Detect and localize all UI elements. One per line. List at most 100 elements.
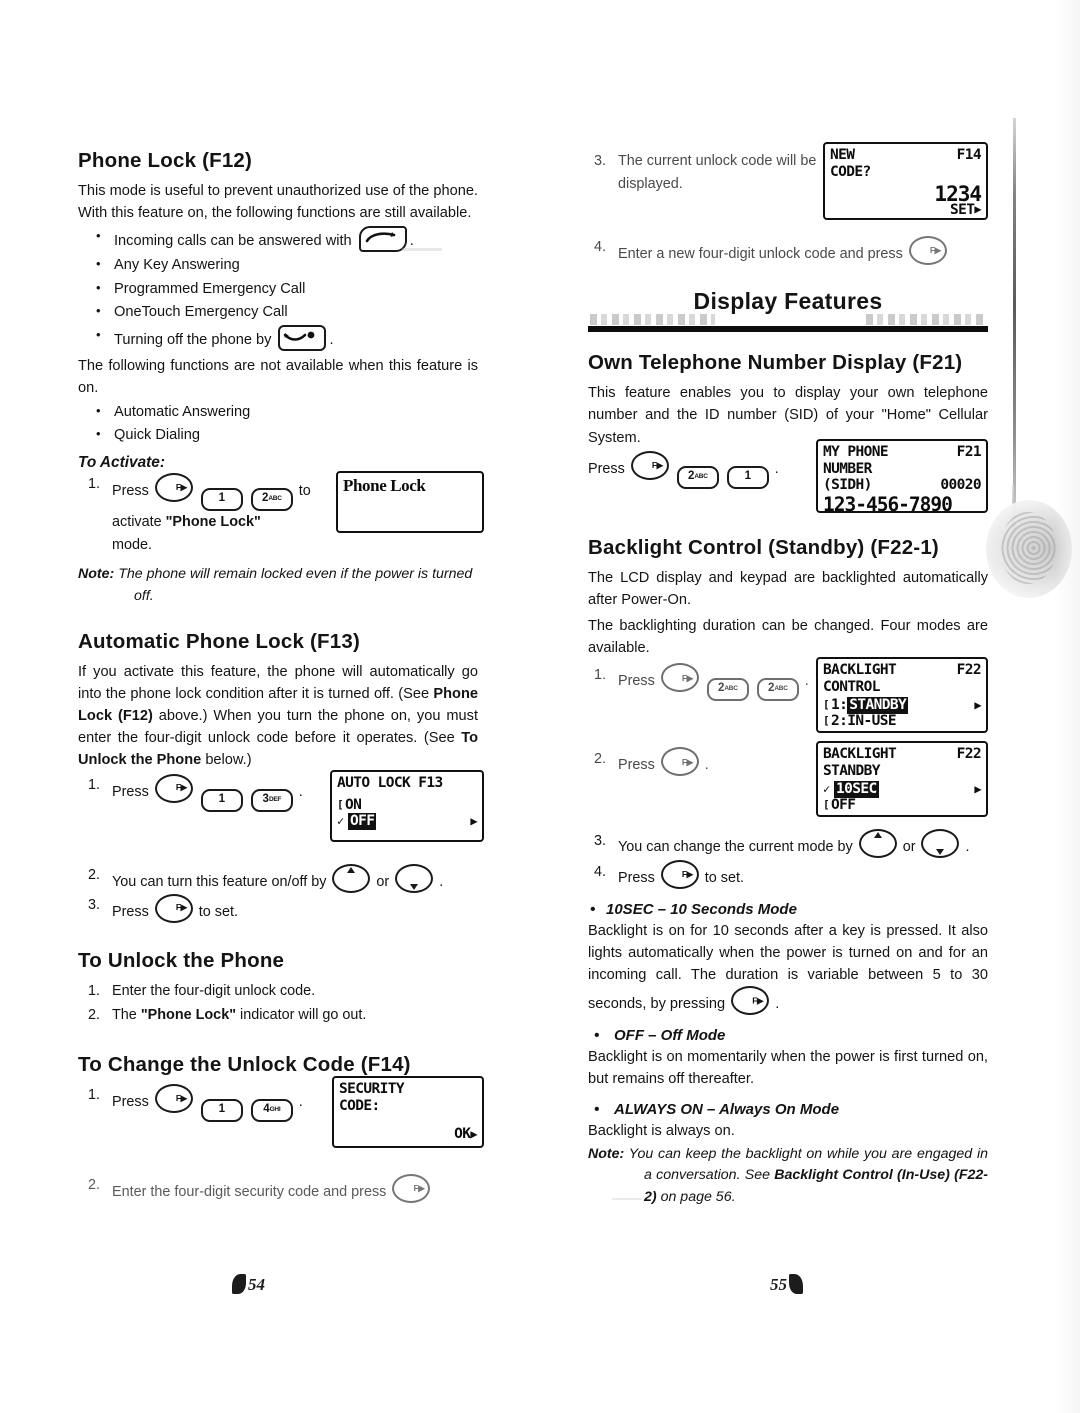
fcn-key-label: F▶ — [929, 244, 941, 255]
backlight-step-4: 4. Press F▶ to set. — [588, 859, 988, 890]
note-text-b: on page 56. — [660, 1188, 736, 1205]
own-number-press-row: Press F▶ 2ABC 1 . MY PHONE F21 NUMBER (S… — [588, 438, 988, 523]
list-item: Automatic Answering — [78, 400, 478, 425]
backlight-note: Note: You can keep the backlight on whil… — [588, 1144, 988, 1208]
step-text: You can change the current mode by — [618, 839, 853, 856]
fcn-key-icon: F▶ — [908, 236, 947, 265]
step-text-b: to set. — [704, 869, 744, 886]
manual-page-spread: Phone Lock (F12) This mode is useful to … — [0, 0, 1080, 1413]
auto-lock-step-2: 2. You can turn this feature on/off by o… — [78, 863, 478, 894]
change-code-step-3: 3. The current unlock code will be displ… — [588, 142, 988, 232]
key-1-icon: 1 — [200, 1099, 243, 1122]
fcn-key-icon: F▶ — [731, 986, 770, 1016]
backlight-step-1: 1. Press F▶ 2ABC 2ABC . BACKLIGHT F22 CO… — [588, 657, 988, 737]
lcd-line-1: SECURITY — [339, 1081, 405, 1097]
step-text-b: to set. — [198, 903, 238, 920]
lcd-option1-prefix: 1: — [831, 697, 848, 714]
mode-10sec-text: Backlight is on for 10 seconds after a k… — [588, 920, 988, 1016]
step-press-label: Press — [112, 783, 149, 800]
leaf-ornament-icon — [232, 1274, 246, 1294]
mode-off-label: OFF – Off Mode — [588, 1027, 988, 1044]
lcd-line-1-right: F21 — [956, 443, 982, 460]
scan-artifact-line — [1013, 118, 1016, 538]
lcd-bracket-top: [ — [823, 698, 830, 712]
lcd-sid-label: (SIDH) — [823, 477, 872, 494]
step-number: 1. — [88, 983, 101, 1000]
step-to-label: to — [298, 483, 311, 500]
fcn-key-label: F▶ — [413, 1182, 425, 1193]
scan-edge-fade — [1054, 0, 1080, 1413]
lcd-security-code: SECURITY CODE: OK ▶ — [332, 1076, 484, 1148]
key-2-letters: ABC — [724, 685, 738, 693]
mode-always-on-label: ALWAYS ON – Always On Mode — [588, 1101, 988, 1118]
phone-lock-intro: This mode is useful to prevent unauthori… — [78, 182, 478, 222]
step-press-label: Press — [618, 673, 655, 690]
fcn-key-icon: F▶ — [660, 859, 699, 889]
step-press-label: Press — [112, 903, 149, 920]
automatic-phone-lock-intro: If you activate this feature, the phone … — [78, 661, 478, 772]
fcn-key-icon: F▶ — [660, 747, 699, 777]
lcd-option2: OFF — [831, 796, 856, 813]
to-activate-label: To Activate: — [78, 454, 165, 472]
lcd-line-1-left: MY PHONE — [823, 443, 889, 460]
step-text-b: indicator will go out. — [240, 1007, 367, 1024]
fcn-key-label: F▶ — [681, 756, 693, 767]
lcd-bracket-top: [ — [337, 798, 344, 812]
step-or: or — [376, 873, 390, 890]
fcn-key-icon: F▶ — [154, 473, 193, 503]
lcd-line-1-left: NEW — [830, 147, 855, 163]
lcd-set-label: SET — [949, 201, 975, 218]
page-number-right: 55 — [770, 1274, 803, 1295]
step-number: 2. — [594, 751, 607, 768]
phone-lock-note: Note: The phone will remain locked even … — [78, 564, 478, 607]
mode-10sec-trail: . — [775, 996, 780, 1013]
lcd-title: AUTO LOCK F13 — [337, 774, 443, 791]
lcd-next-arrow-icon: ▶ — [974, 697, 981, 712]
step-text: Enter the four-digit unlock code. — [112, 983, 316, 1000]
fcn-key-icon: F▶ — [154, 773, 193, 803]
press-label: Press — [588, 460, 625, 477]
lcd-phone-lock: Phone Lock — [336, 471, 484, 534]
step-number: 3. — [88, 896, 101, 913]
step-press-label: Press — [618, 757, 655, 774]
lcd-backlight-control: BACKLIGHT F22 CONTROL [ 1: STANDBY ▶ [2:I… — [816, 657, 988, 734]
key-2abc-icon: 2ABC — [706, 678, 749, 702]
phone-lock-heading: Phone Lock (F12) — [78, 149, 253, 172]
auto-lock-step-1: 1. Press F▶ 1 3DEF . AUTO LOCK F13 [ON ✓… — [78, 769, 484, 862]
note-label: Note: — [588, 1146, 625, 1163]
step-text: Enter a new four-digit unlock code and p… — [618, 246, 903, 262]
fcn-key-icon: F▶ — [392, 1174, 431, 1203]
key-2abc-icon: 2ABC — [676, 465, 719, 489]
fcn-key-label: F▶ — [175, 902, 187, 913]
fcn-key-label: F▶ — [681, 868, 693, 879]
own-telephone-number-heading: Own Telephone Number Display (F21) — [588, 351, 963, 375]
fcn-key-icon: F▶ — [154, 893, 193, 923]
lcd-checkmark: ✓ — [337, 813, 344, 828]
step-number: 1. — [88, 776, 101, 793]
step-text-bold: "Phone Lock" — [140, 1007, 237, 1024]
lcd-line-2: CONTROL — [823, 679, 881, 696]
mode-off-text: Backlight is on momentarily when the pow… — [588, 1048, 988, 1087]
phone-lock-step-1: 1. Press F▶ 1 2ABC to activate "Phone Lo… — [78, 471, 484, 557]
to-change-unlock-code-heading: To Change the Unlock Code (F14) — [78, 1053, 411, 1077]
display-features-banner: Display Features — [588, 288, 988, 336]
fcn-key-label: F▶ — [681, 672, 693, 683]
press-trail: . — [774, 460, 779, 477]
scan-smudge-left — [590, 314, 715, 326]
lcd-bracket-bottom: [ — [823, 713, 830, 727]
lcd-title-left: BACKLIGHT — [823, 746, 897, 763]
lcd-set-arrow-icon: ▶ — [974, 202, 981, 217]
step-press-label: Press — [618, 869, 655, 886]
key-2-letters: ABC — [694, 472, 708, 480]
list-item: Any Key Answering — [78, 253, 478, 278]
automatic-phone-lock-heading: Automatic Phone Lock (F13) — [78, 629, 360, 653]
lcd-checkmark: ✓ — [823, 781, 830, 796]
key-3def-icon: 3DEF — [250, 788, 293, 812]
key-2abc-icon: 2ABC — [250, 488, 293, 512]
step-number: 2. — [88, 1007, 101, 1024]
lcd-line-2: CODE: — [339, 1097, 380, 1114]
available-item-0-period: . — [409, 233, 414, 250]
send-key-icon — [358, 226, 407, 253]
step-text: The current unlock code will be displaye… — [618, 153, 817, 193]
lcd-auto-lock: AUTO LOCK F13 [ON ✓ OFF ▶ — [330, 769, 484, 842]
